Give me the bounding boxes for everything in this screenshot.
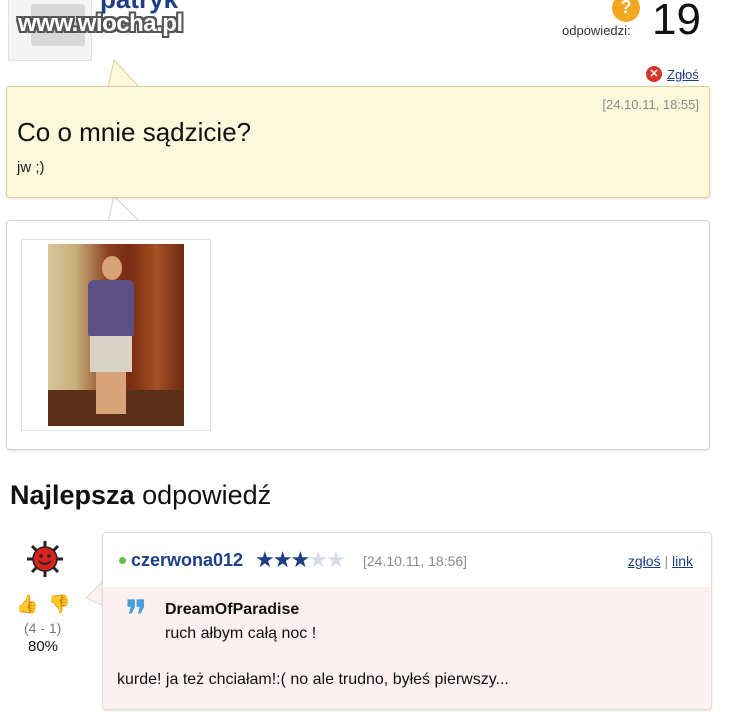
vote-percent: 80% bbox=[28, 638, 59, 655]
question-icon: ? bbox=[612, 0, 640, 22]
question-body: jw ;) bbox=[17, 159, 45, 176]
question-box: [24.10.11, 18:55] Co o mnie sądzicie? jw… bbox=[6, 86, 710, 198]
thumbs-up-icon[interactable]: 👍 bbox=[16, 594, 38, 615]
question-title: Co o mnie sądzicie? bbox=[17, 117, 252, 147]
answer-permalink[interactable]: link bbox=[672, 553, 693, 569]
report-question-button[interactable]: ✕ Zgłoś bbox=[646, 66, 699, 82]
photo-thumbnail[interactable] bbox=[21, 239, 211, 431]
question-image-box bbox=[6, 220, 710, 450]
question-author-name[interactable]: patryk bbox=[100, 0, 178, 15]
vote-count: (4 - 1) bbox=[24, 620, 62, 636]
answer-date: [24.10.11, 18:56] bbox=[363, 553, 468, 569]
separator: | bbox=[660, 553, 672, 569]
thumbs-down-icon[interactable]: 👎 bbox=[48, 594, 70, 615]
report-question-link[interactable]: Zgłoś bbox=[667, 67, 699, 82]
best-answer-heading-bold: Najlepsza bbox=[10, 480, 135, 510]
best-answer-heading: Najlepsza odpowiedź bbox=[10, 480, 271, 511]
answers-count: 19 bbox=[652, 0, 701, 44]
best-answer-box: czerwona012 ★★★★★ [24.10.11, 18:56] zgło… bbox=[102, 532, 712, 710]
quote-text: ruch ałbym całą noc ! bbox=[165, 625, 317, 642]
star-icon: ★ bbox=[308, 547, 328, 572]
star-icon: ★ bbox=[272, 547, 293, 572]
answers-label: odpowiedzi: bbox=[562, 23, 631, 38]
star-icon: ★ bbox=[325, 547, 346, 572]
online-status-icon bbox=[119, 557, 126, 564]
answer-text: kurde! ja też chciałam!:( no ale trudno,… bbox=[117, 671, 509, 688]
user-photo[interactable] bbox=[48, 244, 184, 426]
close-icon: ✕ bbox=[646, 66, 662, 82]
answer-actions: zgłoś | link bbox=[628, 553, 693, 569]
smiley-avatar-icon[interactable] bbox=[26, 540, 64, 578]
question-date: [24.10.11, 18:55] bbox=[602, 97, 699, 112]
best-answer-heading-rest: odpowiedź bbox=[134, 480, 272, 510]
star-icon: ★ bbox=[290, 547, 310, 572]
star-icon: ★ bbox=[255, 547, 275, 572]
user-rating-stars: ★★★★★ bbox=[255, 547, 346, 573]
quote-icon: ❞ bbox=[125, 591, 148, 640]
answer-author-name[interactable]: czerwona012 bbox=[131, 550, 243, 571]
answer-header: czerwona012 ★★★★★ [24.10.11, 18:56] zgło… bbox=[103, 533, 711, 587]
report-answer-link[interactable]: zgłoś bbox=[628, 553, 661, 569]
quote-author: DreamOfParadise bbox=[165, 601, 300, 618]
